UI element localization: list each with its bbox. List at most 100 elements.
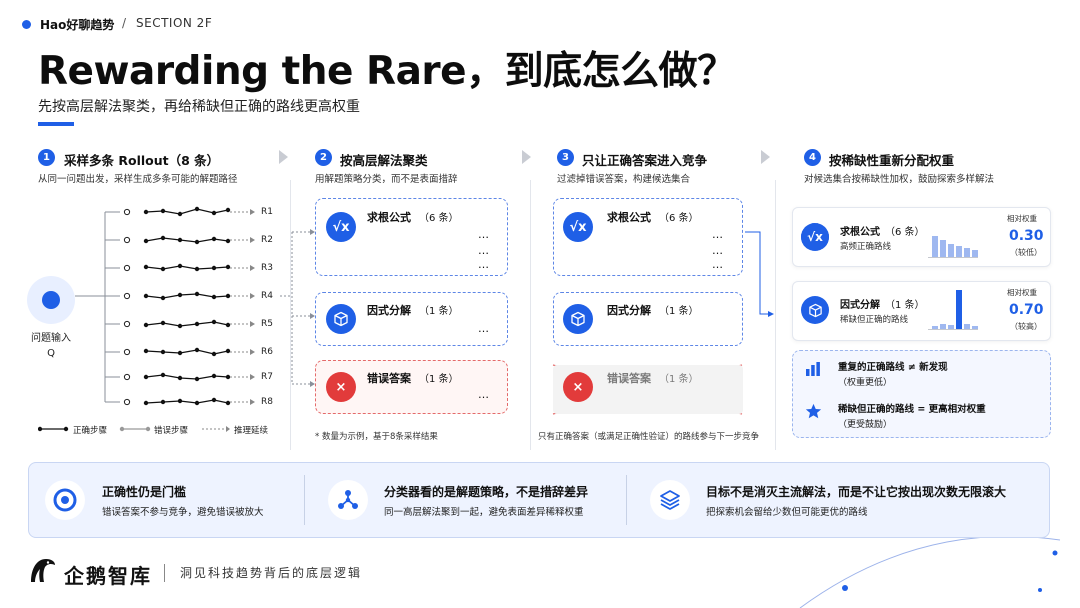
- rollout-step: [194, 239, 200, 245]
- rollout-arrowhead: [250, 374, 255, 380]
- rollout-label-r8: R8: [261, 397, 273, 407]
- rollout-step: [225, 264, 231, 270]
- cluster-count: （1 条）: [419, 374, 459, 385]
- close-icon: ×: [326, 372, 356, 402]
- rollout-path: [123, 347, 255, 357]
- close-icon: ×: [563, 372, 593, 402]
- rollout-arrowhead: [250, 209, 255, 215]
- weight-count: （1 条）: [885, 300, 925, 311]
- legend-extend-head: [226, 426, 230, 432]
- rollout-arrowhead: [250, 237, 255, 243]
- insight-divider-1: [304, 475, 305, 525]
- weight-bars-1: [928, 290, 978, 330]
- layers-icon: [650, 480, 690, 520]
- cluster-name: 因式分解: [367, 304, 411, 317]
- rollout-step: [143, 209, 149, 215]
- cluster-count: （6 条）: [659, 213, 699, 224]
- sqrt-icon: √x: [563, 212, 593, 242]
- rollout-step: [194, 321, 200, 327]
- rollout-step: [143, 293, 149, 299]
- rollout-step: [160, 349, 166, 355]
- summary-2-op: =: [917, 404, 926, 415]
- cube-icon-graphic: [808, 303, 822, 317]
- rollout-step: [177, 292, 183, 298]
- rollout-step: [143, 374, 149, 380]
- legend-wrong-dot-1: [119, 426, 125, 432]
- rollout-step: [143, 348, 149, 354]
- rollout-step: [194, 291, 200, 297]
- weight-title-root-formula: 求根公式 （6 条）: [840, 223, 925, 238]
- legend-extend: 推理延续: [234, 426, 269, 436]
- rollout-step: [225, 400, 231, 406]
- ellipsis: …: [712, 258, 723, 271]
- network-icon: [328, 480, 368, 520]
- rollout-step: [211, 373, 217, 379]
- rollout-step: [177, 323, 183, 329]
- weight-level-root-formula: （较低）: [1010, 248, 1042, 257]
- legend-wrong: 错误步骤: [154, 426, 189, 436]
- cluster-title-root-formula: 求根公式 （6 条）: [367, 209, 459, 225]
- legend-correct-dot-1: [38, 426, 43, 432]
- rollout-step: [225, 293, 231, 299]
- summary-2-right: 更高相对权重: [928, 404, 986, 415]
- rollout-start: [123, 208, 131, 216]
- rollout-step: [194, 266, 200, 272]
- eliminated-title-wrong: 错误答案 （1 条）: [607, 370, 699, 386]
- penguin-logo-icon: [28, 556, 58, 588]
- rollout-start: [123, 292, 131, 300]
- rollout-step: [211, 397, 217, 403]
- rollout-step: [160, 295, 166, 301]
- sample-note: * 数量为示例，基于8条采样结果: [315, 432, 438, 442]
- weight-bars-0: [928, 236, 978, 258]
- cube-icon: [326, 304, 356, 334]
- cluster-name: 求根公式: [367, 211, 411, 224]
- footer-arc: [799, 535, 1061, 608]
- ellipsis: …: [478, 228, 489, 241]
- summary-line-1: 重复的正确路线 ≠ 新发现: [838, 359, 948, 373]
- penguin-logo-graphic: [31, 559, 55, 582]
- rollout-arrowhead: [250, 399, 255, 405]
- candidate-title-factor: 因式分解 （1 条）: [607, 302, 699, 318]
- weight-value-factor: 0.70: [1009, 302, 1044, 318]
- summary-2-left: 稀缺但正确的路线: [838, 404, 915, 415]
- weight-connector: [745, 231, 768, 315]
- insight-1-sub: 错误答案不参与竞争，避免错误被放大: [102, 507, 264, 518]
- rollout-start: [123, 320, 131, 328]
- relative-weight-label: 相对权重: [1007, 214, 1037, 223]
- rollout-label-r2: R2: [261, 235, 273, 245]
- rollout-step: [160, 320, 166, 326]
- layers-icon-graphic: [660, 490, 680, 510]
- candidate-title-root-formula: 求根公式 （6 条）: [607, 209, 699, 225]
- summary-2-sub: （更受鼓励）: [838, 420, 893, 430]
- rollout-path: [123, 397, 255, 406]
- star-icon: [805, 403, 822, 424]
- insight-2-sub: 同一高层解法聚到一起，避免表面差异稀释权重: [384, 507, 584, 518]
- weight-count: （6 条）: [885, 227, 925, 238]
- legend-correct-dot-2: [63, 426, 69, 432]
- rollout-step: [177, 211, 183, 217]
- rollout-path: [123, 319, 255, 329]
- rollout-step: [225, 374, 231, 380]
- rollout-step: [177, 350, 183, 356]
- rollout-label-r6: R6: [261, 347, 273, 357]
- rollout-path: [123, 206, 255, 217]
- rollout-path: [123, 263, 255, 272]
- rollout-label-r7: R7: [261, 372, 273, 382]
- tree-branches: [75, 211, 120, 403]
- rollout-step: [211, 265, 217, 271]
- cube-icon: [801, 296, 829, 324]
- rollout-step: [177, 375, 183, 381]
- footer-arc-dot-2: [1052, 550, 1058, 556]
- insight-2-title: 分类器看的是解题策略，不是措辞差异: [384, 485, 589, 499]
- weight-level-factor: （较高）: [1010, 322, 1042, 331]
- sqrt-icon: √x: [326, 212, 356, 242]
- network-icon-graphic: [338, 490, 358, 509]
- rollout-step: [194, 376, 200, 382]
- rollout-start: [123, 398, 131, 406]
- cube-icon-graphic: [334, 311, 348, 327]
- weight-bars-root-formula: [928, 236, 978, 258]
- rollout-path: [123, 372, 255, 382]
- rollout-path: [123, 235, 255, 245]
- weight-bar: [940, 240, 946, 258]
- summary-1-right: 新发现: [919, 362, 948, 373]
